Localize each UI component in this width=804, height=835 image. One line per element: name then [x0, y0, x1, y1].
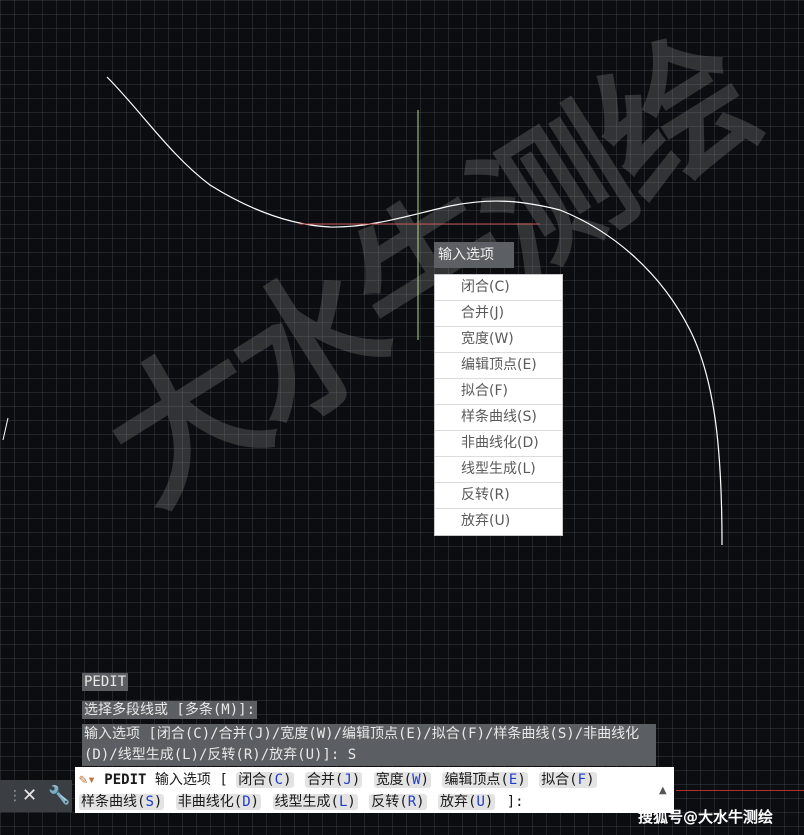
option-undo[interactable]: 放弃(U)	[438, 794, 496, 810]
option-width[interactable]: 宽度(W)	[373, 772, 431, 788]
pencil-dropdown-icon[interactable]: ✎▾	[79, 772, 96, 788]
option-reverse[interactable]: 反转(R)	[369, 794, 427, 810]
menu-item-fit[interactable]: 拟合(F)	[435, 379, 562, 405]
menu-item-join[interactable]: 合并(J)	[435, 301, 562, 327]
options-menu: 闭合(C) 合并(J) 宽度(W) 编辑顶点(E) 拟合(F) 样条曲线(S) …	[434, 274, 563, 536]
menu-item-edit-vertex[interactable]: 编辑顶点(E)	[435, 353, 562, 379]
history-text: PEDIT	[82, 673, 129, 691]
polyline-curve[interactable]	[106, 76, 723, 546]
drag-handle-icon[interactable]: ⋮	[8, 780, 22, 812]
command-name: PEDIT	[104, 772, 147, 788]
menu-item-width[interactable]: 宽度(W)	[435, 327, 562, 353]
command-row-2: 样条曲线(S) 非曲线化(D) 线型生成(L) 反转(R) 放弃(U) ]:	[79, 791, 670, 813]
source-credit: 搜狐号@大水牛测绘	[638, 808, 774, 826]
command-suffix: ]:	[506, 794, 524, 810]
menu-item-reverse[interactable]: 反转(R)	[435, 483, 562, 509]
history-text: 选择多段线或 [多条(M)]:	[82, 701, 258, 719]
close-icon[interactable]: ✕	[22, 780, 37, 812]
history-line-1: PEDIT	[82, 673, 129, 691]
axis-line	[676, 790, 804, 791]
command-line-input[interactable]: ✎▾ PEDIT 输入选项 [ 闭合(C) 合并(J) 宽度(W) 编辑顶点(E…	[75, 767, 674, 813]
wrench-icon[interactable]: 🔧	[48, 780, 70, 812]
option-decurve[interactable]: 非曲线化(D)	[175, 794, 262, 810]
history-line-2: 选择多段线或 [多条(M)]:	[82, 699, 258, 719]
curve-fragment	[2, 417, 9, 441]
menu-item-spline[interactable]: 样条曲线(S)	[435, 405, 562, 431]
menu-item-close[interactable]: 闭合(C)	[435, 275, 562, 301]
option-fit[interactable]: 拟合(F)	[539, 772, 597, 788]
option-edit-vertex[interactable]: 编辑顶点(E)	[442, 772, 528, 788]
command-row-1: ✎▾ PEDIT 输入选项 [ 闭合(C) 合并(J) 宽度(W) 编辑顶点(E…	[79, 769, 670, 791]
command-prompt: 输入选项 [	[154, 772, 228, 788]
option-ltype-gen[interactable]: 线型生成(L)	[272, 794, 358, 810]
history-scroll-up-icon[interactable]: ▲	[659, 786, 671, 796]
history-line-3: 输入选项 [闭合(C)/合并(J)/宽度(W)/编辑顶点(E)/拟合(F)/样条…	[82, 724, 656, 766]
menu-item-ltype-gen[interactable]: 线型生成(L)	[435, 457, 562, 483]
option-join[interactable]: 合并(J)	[304, 772, 363, 788]
option-spline[interactable]: 样条曲线(S)	[79, 794, 165, 810]
options-tooltip-title: 输入选项	[434, 242, 514, 268]
menu-item-undo[interactable]: 放弃(U)	[435, 509, 562, 535]
option-close[interactable]: 闭合(C)	[236, 772, 294, 788]
menu-item-decurve[interactable]: 非曲线化(D)	[435, 431, 562, 457]
